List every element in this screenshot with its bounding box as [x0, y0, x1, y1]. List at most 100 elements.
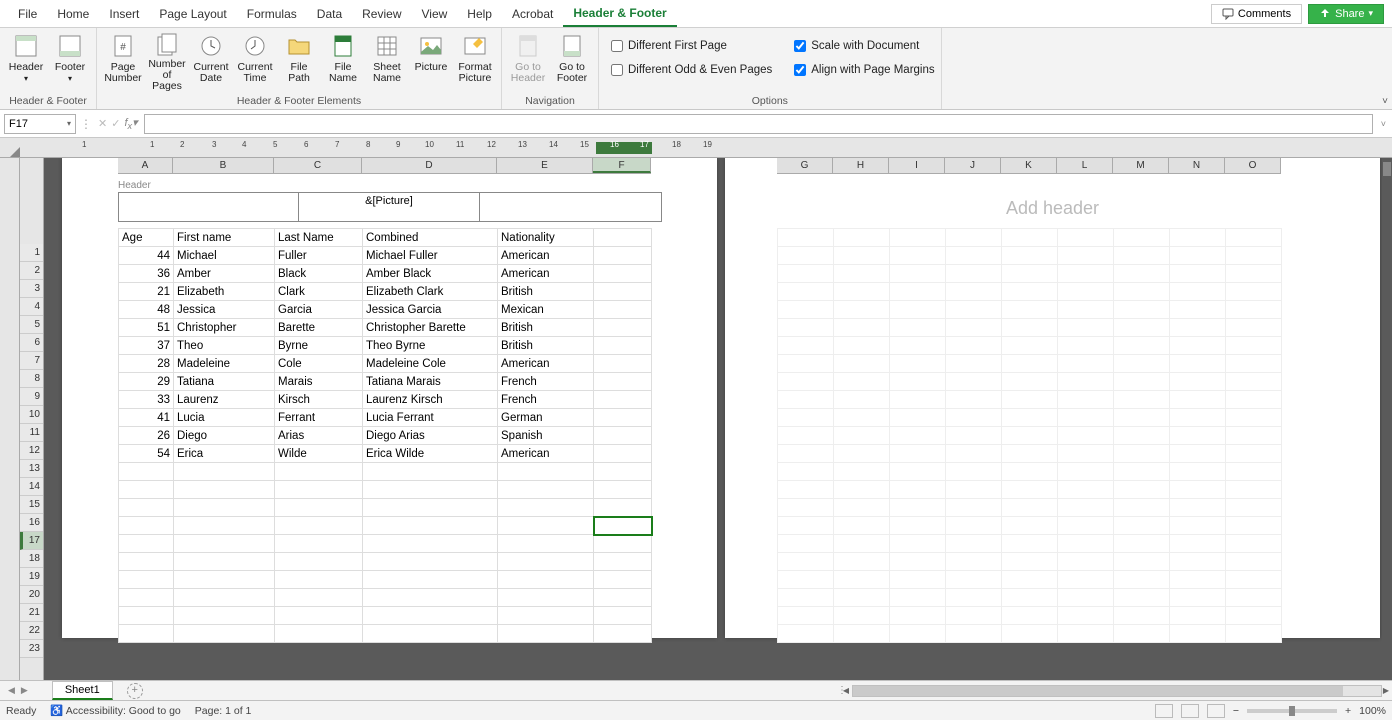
cell-E9[interactable]: French: [498, 373, 594, 391]
cell-p2-14-6[interactable]: [1114, 463, 1170, 481]
cell-p2-13-8[interactable]: [1226, 445, 1282, 463]
row-header-8[interactable]: 8: [20, 370, 43, 388]
cell-A23[interactable]: [119, 625, 174, 643]
ruler-corner[interactable]: [0, 138, 20, 158]
formula-expand-icon[interactable]: ˅: [1381, 119, 1386, 129]
cell-p2-16-2[interactable]: [890, 499, 946, 517]
header-right-box[interactable]: [480, 192, 662, 222]
cell-p2-3-7[interactable]: [1170, 265, 1226, 283]
cell-p2-14-5[interactable]: [1058, 463, 1114, 481]
col-O[interactable]: O: [1225, 158, 1281, 173]
cell-A13[interactable]: 54: [119, 445, 174, 463]
cell-p2-2-6[interactable]: [1114, 247, 1170, 265]
cell-p2-13-3[interactable]: [946, 445, 1002, 463]
cell-p2-19-0[interactable]: [778, 553, 834, 571]
cell-E10[interactable]: French: [498, 391, 594, 409]
cell-A14[interactable]: [119, 463, 174, 481]
cell-p2-7-8[interactable]: [1226, 337, 1282, 355]
col-N[interactable]: N: [1169, 158, 1225, 173]
cell-A18[interactable]: [119, 535, 174, 553]
cell-C2[interactable]: Fuller: [275, 247, 363, 265]
cell-E23[interactable]: [498, 625, 594, 643]
cell-p2-14-4[interactable]: [1002, 463, 1058, 481]
cell-E16[interactable]: [498, 499, 594, 517]
cell-p2-7-5[interactable]: [1058, 337, 1114, 355]
cell-p2-17-6[interactable]: [1114, 517, 1170, 535]
row-header-5[interactable]: 5: [20, 316, 43, 334]
tab-page-layout[interactable]: Page Layout: [149, 0, 236, 27]
cell-p2-12-0[interactable]: [778, 427, 834, 445]
cell-C8[interactable]: Cole: [275, 355, 363, 373]
cell-p2-2-1[interactable]: [834, 247, 890, 265]
cell-p2-1-6[interactable]: [1114, 229, 1170, 247]
header-center-box[interactable]: &[Picture]: [298, 192, 480, 222]
cell-p2-3-1[interactable]: [834, 265, 890, 283]
row-header-11[interactable]: 11: [20, 424, 43, 442]
cell-A4[interactable]: 21: [119, 283, 174, 301]
cell-p2-9-0[interactable]: [778, 373, 834, 391]
footer-button[interactable]: Footer▾: [50, 30, 90, 92]
cell-p2-18-4[interactable]: [1002, 535, 1058, 553]
row-header-7[interactable]: 7: [20, 352, 43, 370]
scale-with-document-checkbox[interactable]: Scale with Document: [794, 36, 934, 56]
cell-C15[interactable]: [275, 481, 363, 499]
cell-p2-9-6[interactable]: [1114, 373, 1170, 391]
cell-D2[interactable]: Michael Fuller: [363, 247, 498, 265]
cell-p2-22-2[interactable]: [890, 607, 946, 625]
cell-p2-20-5[interactable]: [1058, 571, 1114, 589]
cell-B5[interactable]: Jessica: [174, 301, 275, 319]
cell-p2-11-4[interactable]: [1002, 409, 1058, 427]
cell-p2-6-6[interactable]: [1114, 319, 1170, 337]
cell-p2-6-0[interactable]: [778, 319, 834, 337]
different-first-page-checkbox[interactable]: Different First Page: [611, 36, 772, 56]
cell-D21[interactable]: [363, 589, 498, 607]
cell-p2-8-6[interactable]: [1114, 355, 1170, 373]
cell-p2-13-1[interactable]: [834, 445, 890, 463]
cell-p2-9-4[interactable]: [1002, 373, 1058, 391]
cell-B16[interactable]: [174, 499, 275, 517]
cell-p2-12-6[interactable]: [1114, 427, 1170, 445]
tab-home[interactable]: Home: [47, 0, 99, 27]
cell-p2-13-0[interactable]: [778, 445, 834, 463]
cell-p2-2-2[interactable]: [890, 247, 946, 265]
cell-p2-19-6[interactable]: [1114, 553, 1170, 571]
cell-p2-6-4[interactable]: [1002, 319, 1058, 337]
cell-p2-4-8[interactable]: [1226, 283, 1282, 301]
cell-A16[interactable]: [119, 499, 174, 517]
cell-F3[interactable]: [594, 265, 652, 283]
cell-p2-14-3[interactable]: [946, 463, 1002, 481]
col-M[interactable]: M: [1113, 158, 1169, 173]
cell-p2-23-5[interactable]: [1058, 625, 1114, 643]
cell-p2-2-4[interactable]: [1002, 247, 1058, 265]
cell-p2-4-6[interactable]: [1114, 283, 1170, 301]
cell-p2-7-4[interactable]: [1002, 337, 1058, 355]
cell-F11[interactable]: [594, 409, 652, 427]
cell-F7[interactable]: [594, 337, 652, 355]
cell-p2-1-3[interactable]: [946, 229, 1002, 247]
cell-p2-7-3[interactable]: [946, 337, 1002, 355]
cell-p2-4-5[interactable]: [1058, 283, 1114, 301]
cell-A10[interactable]: 33: [119, 391, 174, 409]
cell-p2-14-0[interactable]: [778, 463, 834, 481]
cell-p2-18-7[interactable]: [1170, 535, 1226, 553]
page-number-button[interactable]: #PageNumber: [103, 30, 143, 92]
cell-A6[interactable]: 51: [119, 319, 174, 337]
cell-C10[interactable]: Kirsch: [275, 391, 363, 409]
cell-p2-4-0[interactable]: [778, 283, 834, 301]
picture-button[interactable]: Picture: [411, 30, 451, 92]
cell-p2-6-7[interactable]: [1170, 319, 1226, 337]
cell-F5[interactable]: [594, 301, 652, 319]
cell-D9[interactable]: Tatiana Marais: [363, 373, 498, 391]
cell-p2-10-4[interactable]: [1002, 391, 1058, 409]
cell-C11[interactable]: Ferrant: [275, 409, 363, 427]
cell-D16[interactable]: [363, 499, 498, 517]
cell-p2-10-2[interactable]: [890, 391, 946, 409]
cell-p2-7-0[interactable]: [778, 337, 834, 355]
cell-p2-5-1[interactable]: [834, 301, 890, 319]
cell-p2-16-3[interactable]: [946, 499, 1002, 517]
cell-p2-21-4[interactable]: [1002, 589, 1058, 607]
zoom-slider[interactable]: [1247, 709, 1337, 713]
cell-p2-17-3[interactable]: [946, 517, 1002, 535]
cell-B11[interactable]: Lucia: [174, 409, 275, 427]
cell-p2-12-3[interactable]: [946, 427, 1002, 445]
